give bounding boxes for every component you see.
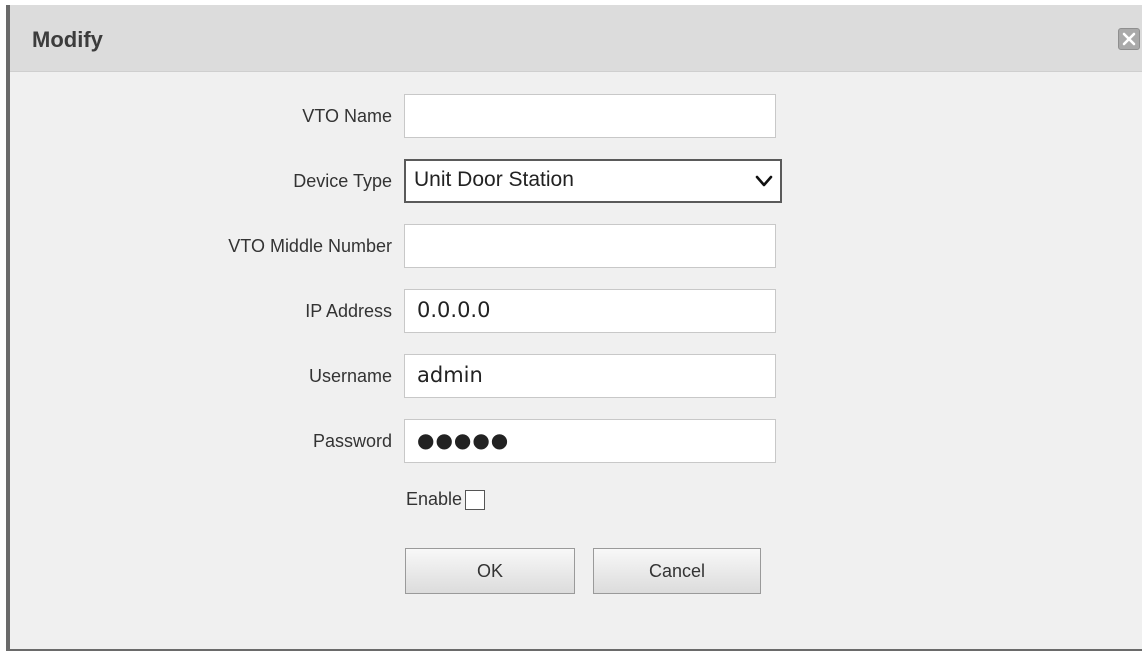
device-type-value: Unit Door Station: [414, 168, 574, 191]
device-type-select[interactable]: Unit Door Station: [404, 159, 782, 203]
password-input[interactable]: ●●●●●: [404, 419, 776, 463]
password-label: Password: [312, 431, 392, 451]
username-label: Username: [308, 366, 392, 386]
ok-button[interactable]: OK: [405, 548, 575, 594]
enable-checkbox[interactable]: [465, 489, 486, 510]
dialog-title: Modify: [32, 27, 103, 52]
username-row: Username admin: [10, 354, 790, 398]
enable-label: Enable: [406, 489, 463, 509]
password-row: Password ●●●●●: [10, 419, 790, 463]
device-type-row: Device Type Unit Door Station: [10, 159, 790, 203]
modify-dialog: Modify VTO Name Device Type Unit Door St…: [6, 5, 1142, 651]
close-button[interactable]: [1118, 28, 1140, 50]
modify-form: VTO Name Device Type Unit Door Station V…: [10, 71, 1142, 649]
chevron-down-icon: [755, 175, 773, 187]
ip-address-row: IP Address 0.0.0.0: [10, 289, 790, 333]
enable-row: Enable: [406, 489, 486, 519]
ip-address-label: IP Address: [305, 301, 392, 321]
vto-middle-number-input[interactable]: [404, 224, 776, 268]
close-icon: [1122, 32, 1136, 46]
cancel-button[interactable]: Cancel: [593, 548, 761, 594]
dialog-titlebar: Modify: [10, 5, 1142, 72]
username-input[interactable]: admin: [404, 354, 776, 398]
vto-middle-number-label: VTO Middle Number: [228, 236, 392, 256]
device-type-label: Device Type: [293, 171, 392, 191]
vto-name-input[interactable]: [404, 94, 776, 138]
vto-name-row: VTO Name: [10, 94, 790, 138]
ip-address-input[interactable]: 0.0.0.0: [404, 289, 776, 333]
vto-name-label: VTO Name: [302, 106, 392, 126]
vto-middle-number-row: VTO Middle Number: [10, 224, 790, 268]
